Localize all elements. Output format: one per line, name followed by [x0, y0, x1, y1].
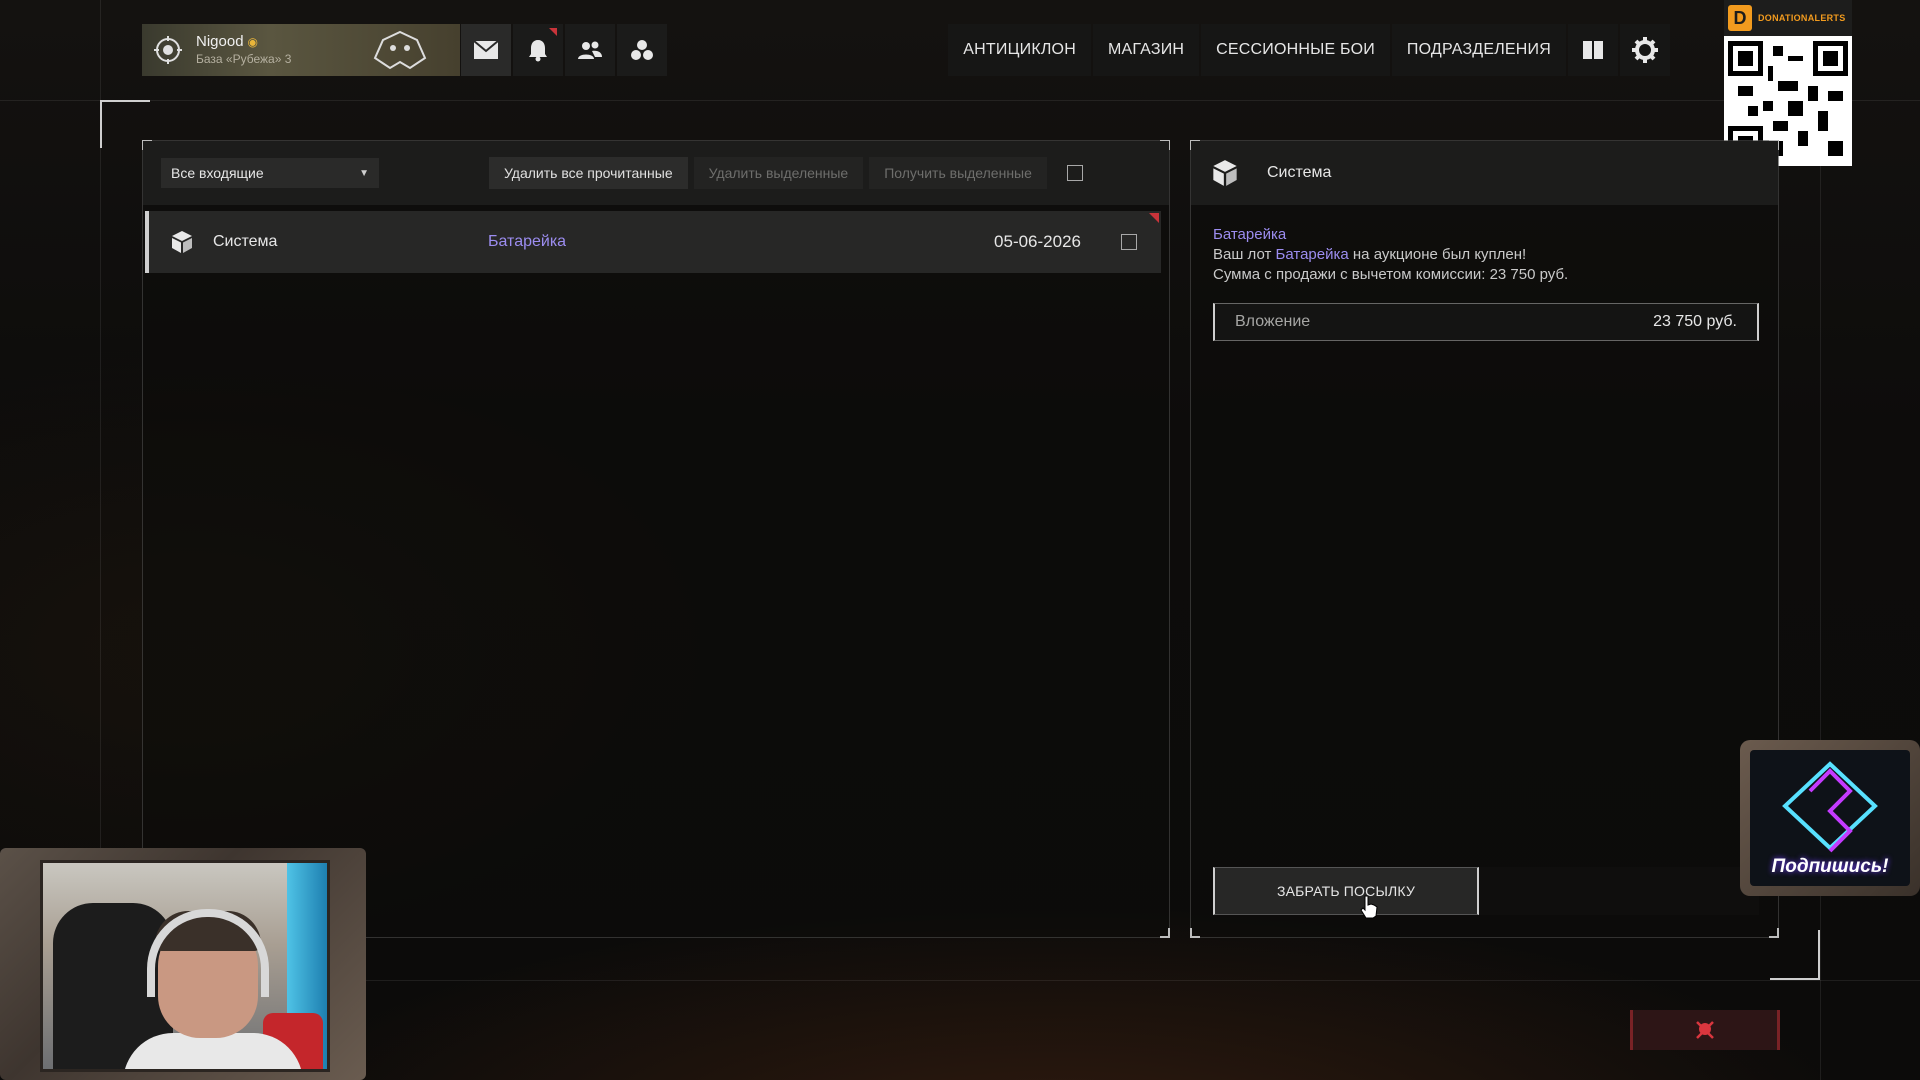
unread-flag — [1149, 213, 1159, 223]
main-nav: АНТИЦИКЛОН МАГАЗИН СЕССИОННЫЕ БОИ ПОДРАЗ… — [946, 24, 1670, 76]
profile-card[interactable]: Nigood ◉ База «Рубежа» 3 — [142, 24, 460, 76]
channel-logo-icon — [1782, 761, 1878, 853]
message-sender: Система — [213, 233, 278, 250]
message-subject: Батарейка — [488, 233, 567, 250]
subscribe-overlay: Подпишись! — [1740, 740, 1920, 896]
select-all-checkbox[interactable] — [1066, 165, 1083, 181]
gear-icon — [1632, 37, 1658, 63]
detail-line-1: Ваш лот Батарейка на аукционе был куплен… — [1213, 245, 1760, 265]
skull-icon — [1696, 1021, 1714, 1039]
rank-star-icon: ◉ — [247, 34, 259, 49]
inbox-panel: Все входящие ▼ Удалить все прочитанные У… — [142, 140, 1170, 938]
attachment-box: Вложение 23 750 руб. — [1213, 303, 1759, 341]
package-icon — [1211, 159, 1239, 187]
book-icon — [1583, 41, 1603, 59]
detail-header: Система — [1191, 141, 1778, 205]
squad-button[interactable] — [617, 24, 667, 76]
detail-text: Ваш лот — [1213, 246, 1276, 263]
nav-divisions[interactable]: ПОДРАЗДЕЛЕНИЯ — [1391, 24, 1566, 76]
donation-label: DONATIONALERTS — [1758, 13, 1846, 23]
panel-corner — [1769, 928, 1779, 938]
claim-package-button[interactable]: ЗАБРАТЬ ПОСЫЛКУ — [1213, 867, 1479, 915]
nav-shop[interactable]: МАГАЗИН — [1092, 24, 1200, 76]
friends-button[interactable] — [565, 24, 615, 76]
mail-button[interactable] — [461, 24, 511, 76]
hand-cursor-icon — [1360, 895, 1378, 924]
player-nickname: Nigood — [196, 32, 244, 50]
inbox-toolbar: Все входящие ▼ Удалить все прочитанные У… — [143, 141, 1169, 205]
detail-sender: Система — [1267, 164, 1332, 181]
panel-corner — [1160, 928, 1170, 938]
squad-icon — [631, 40, 653, 60]
message-checkbox[interactable] — [1121, 234, 1137, 250]
detail-item-link[interactable]: Батарейка — [1276, 246, 1349, 263]
inbox-filter-select[interactable]: Все входящие ▼ — [161, 158, 379, 188]
delete-selected-button[interactable]: Удалить выделенные — [693, 157, 864, 189]
package-icon — [169, 229, 195, 255]
message-detail-panel: Система Батарейка Ваш лот Батарейка на а… — [1190, 140, 1779, 938]
detail-body: Батарейка Ваш лот Батарейка на аукционе … — [1213, 225, 1760, 285]
subscribe-label: Подпишись! — [1771, 856, 1889, 877]
nav-anticyclone[interactable]: АНТИЦИКЛОН — [948, 24, 1091, 76]
webcam-video — [40, 860, 330, 1072]
claim-area: ЗАБРАТЬ ПОСЫЛКУ — [1213, 867, 1759, 915]
detail-line-2: Сумма с продажи с вычетом комиссии: 23 7… — [1213, 266, 1569, 283]
player-base: База «Рубежа» 3 — [196, 51, 292, 66]
frame-line — [0, 100, 1920, 101]
caret-down-icon: ▼ — [359, 167, 369, 179]
friends-icon — [578, 41, 602, 59]
unread-indicator — [549, 28, 557, 36]
bell-icon — [529, 40, 547, 62]
exit-button[interactable] — [1630, 1010, 1780, 1050]
inbox-filter-value: Все входящие — [171, 165, 264, 181]
codex-button[interactable] — [1568, 24, 1618, 76]
settings-button[interactable] — [1620, 24, 1670, 76]
clan-emblem-icon — [360, 28, 440, 72]
nav-session-battles[interactable]: СЕССИОННЫЕ БОИ — [1201, 24, 1390, 76]
message-date: 05-06-2026 — [994, 232, 1081, 251]
detail-subject: Батарейка — [1213, 226, 1287, 243]
message-row[interactable]: Система Батарейка 05-06-2026 — [145, 211, 1161, 273]
attachment-amount: 23 750 руб. — [1653, 313, 1737, 330]
panel-corner — [1190, 928, 1200, 938]
rank-icon — [146, 28, 190, 72]
webcam-overlay — [0, 848, 366, 1080]
donation-badge: D DONATIONALERTS — [1724, 0, 1852, 36]
notifications-button[interactable] — [513, 24, 563, 76]
detail-text: на аукционе был куплен! — [1348, 246, 1527, 263]
get-selected-button[interactable]: Получить выделенные — [869, 157, 1047, 189]
mail-icon — [473, 40, 499, 59]
delete-read-button[interactable]: Удалить все прочитанные — [489, 157, 688, 189]
attachment-label: Вложение — [1235, 313, 1311, 330]
donationalerts-logo: D — [1728, 5, 1752, 31]
